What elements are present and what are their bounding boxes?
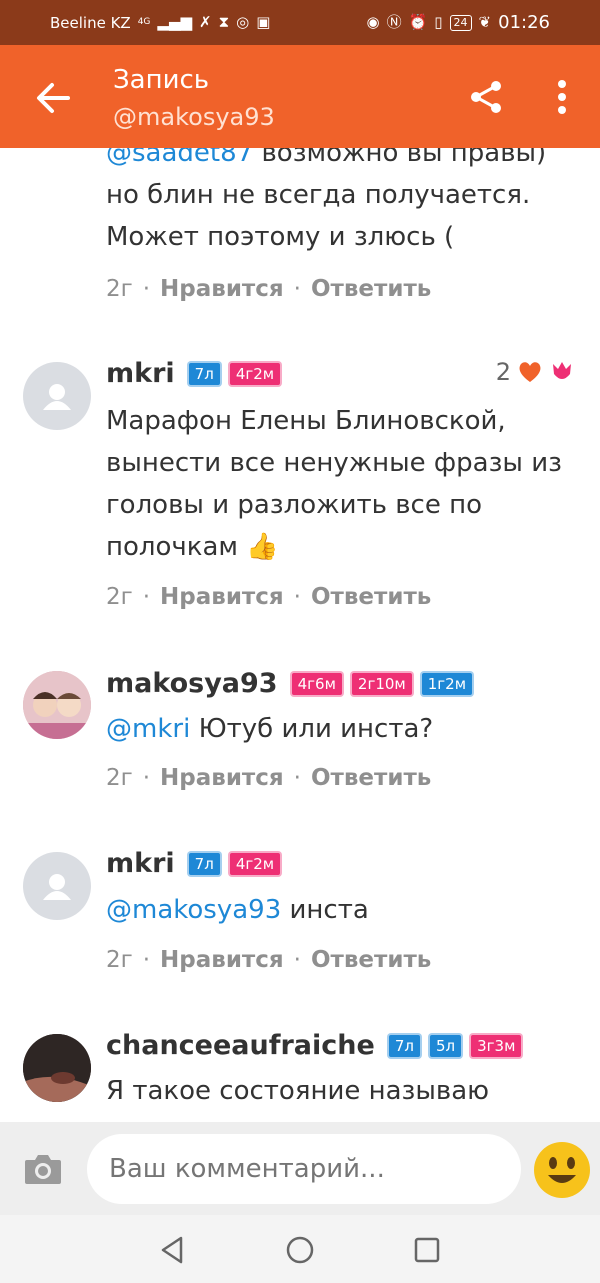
- nfc-icon: Ⓝ: [386, 13, 402, 31]
- comment-input[interactable]: [87, 1134, 521, 1204]
- reply-button[interactable]: Ответить: [311, 584, 431, 610]
- comment-meta: 2г · Нравится · Ответить: [106, 276, 431, 302]
- author-line: mkri 7л 4г2м: [106, 848, 283, 879]
- comment-meta: 2г · Нравится · Ответить: [106, 947, 431, 973]
- network-label: 4G: [137, 17, 151, 27]
- hourglass-icon: ⧗: [218, 13, 230, 31]
- comment-text: @makosya93 инста: [106, 889, 576, 931]
- whatsapp-icon: ◎: [236, 13, 250, 31]
- avatar[interactable]: [23, 852, 91, 920]
- page-title: Запись: [113, 65, 210, 95]
- author-name[interactable]: mkri: [106, 358, 175, 389]
- carrier-label: Beeline KZ: [50, 13, 131, 32]
- comment-meta: 2г · Нравится · Ответить: [106, 584, 431, 610]
- separator-dot: ·: [142, 584, 151, 610]
- app-bar: Запись @makosya93: [0, 45, 600, 148]
- likes-counter[interactable]: 2: [496, 358, 575, 386]
- like-button[interactable]: Нравится: [160, 584, 284, 610]
- author-name[interactable]: mkri: [106, 848, 175, 879]
- badge: 1г2м: [419, 670, 475, 697]
- comments-feed: @saadet87 возможно вы правы) но блин не …: [0, 148, 600, 1122]
- eye-icon: ◉: [366, 13, 380, 31]
- leaf-icon: ❦: [478, 13, 492, 31]
- tulip-icon: [553, 362, 571, 379]
- badge: 4г6м: [289, 670, 344, 697]
- like-button[interactable]: Нравится: [160, 947, 284, 973]
- like-button[interactable]: Нравится: [160, 276, 284, 302]
- comment-body: Ютуб или инста?: [198, 714, 434, 744]
- comment-meta: 2г · Нравится · Ответить: [106, 765, 431, 791]
- comment-body: инста: [289, 895, 369, 925]
- likes-count: 2: [495, 358, 511, 386]
- badge: 5л: [427, 1032, 464, 1059]
- heart-icon: [519, 362, 541, 382]
- reply-button[interactable]: Ответить: [311, 765, 431, 791]
- reply-button[interactable]: Ответить: [311, 947, 431, 973]
- vibrate-icon: ▯: [434, 13, 443, 31]
- author-line: makosya93 4г6м 2г10м 1г2м: [106, 668, 475, 699]
- page-subtitle[interactable]: @makosya93: [113, 103, 275, 131]
- avatar-photo: [23, 1034, 91, 1102]
- avatar[interactable]: [23, 1034, 91, 1102]
- author-line: mkri 7л 4г2м: [106, 358, 283, 389]
- comment-text: @saadet87 возможно вы правы) но блин не …: [106, 148, 576, 258]
- comment-text: Марафон Елены Блиновской, вынести все не…: [106, 406, 562, 562]
- mention-link[interactable]: @mkri: [106, 714, 190, 744]
- battery-level: 24: [449, 14, 472, 31]
- signal-icon: ▂▄▆: [157, 13, 193, 31]
- badge: 7л: [186, 850, 222, 877]
- status-left: Beeline KZ 4G ▂▄▆ ✗ ⧗ ◎ ▣: [50, 14, 270, 32]
- comment-time: 2г: [106, 947, 133, 973]
- comment-input-bar: [0, 1122, 600, 1215]
- badge: 3г3м: [469, 1032, 524, 1059]
- separator-dot: ·: [293, 584, 301, 610]
- mention-link[interactable]: @makosya93: [106, 895, 281, 925]
- default-avatar-icon: [43, 874, 71, 900]
- separator-dot: ·: [142, 276, 151, 302]
- comment-text: Я такое состояние называю: [106, 1076, 490, 1106]
- avatar[interactable]: [23, 671, 91, 739]
- badge: 7л: [186, 360, 222, 387]
- separator-dot: ·: [142, 765, 151, 791]
- separator-dot: ·: [293, 276, 301, 302]
- reply-button[interactable]: Ответить: [311, 276, 431, 302]
- status-right: ◉ Ⓝ ⏰ ▯ 24 ❦ 01:26: [366, 12, 550, 33]
- camera-icon[interactable]: [23, 1152, 63, 1186]
- status-bar: Beeline KZ 4G ▂▄▆ ✗ ⧗ ◎ ▣ ◉ Ⓝ ⏰ ▯ 24 ❦ 0…: [0, 0, 600, 45]
- comment-time: 2г: [106, 276, 133, 302]
- author-name[interactable]: makosya93: [106, 668, 278, 699]
- alarm-icon: ⏰: [408, 13, 428, 31]
- like-button[interactable]: Нравится: [160, 765, 284, 791]
- comment-time: 2г: [106, 584, 133, 610]
- badge: 2г10м: [349, 670, 414, 697]
- more-options-icon[interactable]: [550, 79, 574, 115]
- default-avatar-icon: [43, 384, 71, 410]
- mention-link[interactable]: @saadet87: [106, 148, 253, 168]
- clock: 01:26: [498, 12, 550, 33]
- nav-home-icon[interactable]: [285, 1235, 315, 1265]
- emoji-icon[interactable]: [533, 1141, 591, 1199]
- comment-time: 2г: [106, 765, 133, 791]
- badge: 4г2м: [227, 360, 283, 387]
- avatar[interactable]: [23, 362, 91, 430]
- avatar-photo: [23, 671, 91, 739]
- comment-text: @mkri Ютуб или инста?: [106, 708, 576, 750]
- nav-back-icon[interactable]: [157, 1235, 187, 1265]
- badge: 7л: [386, 1032, 422, 1059]
- separator-dot: ·: [293, 947, 301, 973]
- nav-recents-icon[interactable]: [412, 1235, 442, 1265]
- separator-dot: ·: [142, 947, 151, 973]
- instagram-icon: ▣: [256, 13, 271, 31]
- missed-call-icon: ✗: [199, 13, 212, 31]
- author-line: chanceeaufraiche 7л 5л 3г3м: [106, 1030, 524, 1061]
- author-name[interactable]: chanceeaufraiche: [106, 1030, 375, 1061]
- separator-dot: ·: [293, 765, 301, 791]
- share-icon[interactable]: [468, 79, 504, 115]
- system-nav-bar: [0, 1215, 600, 1283]
- back-arrow-icon[interactable]: [30, 75, 76, 121]
- badge: 4г2м: [227, 850, 283, 877]
